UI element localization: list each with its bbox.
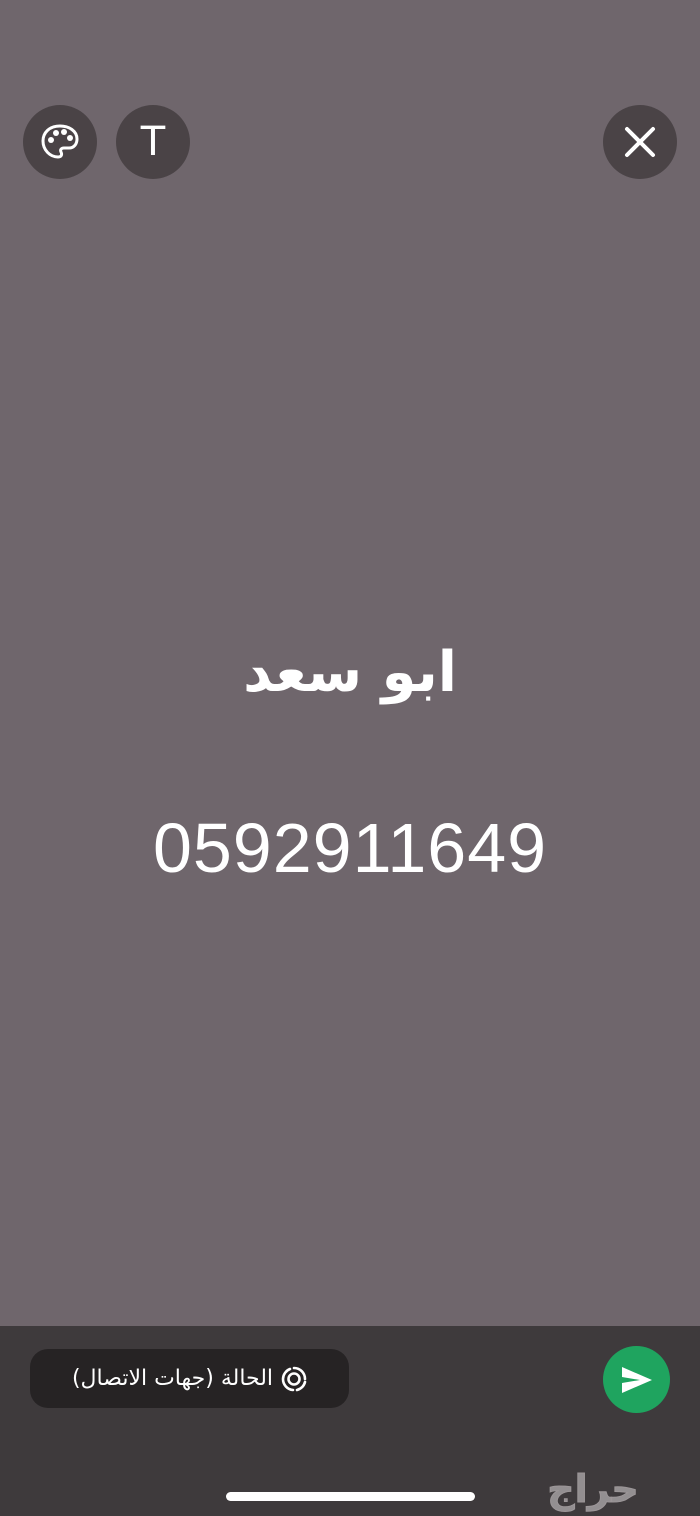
send-button[interactable] <box>603 1346 670 1413</box>
status-audience-label: الحالة (جهات الاتصال) <box>71 1366 274 1391</box>
status-audience-button[interactable]: الحالة (جهات الاتصال) <box>30 1349 349 1408</box>
send-icon <box>621 1366 652 1393</box>
close-icon <box>625 127 655 157</box>
color-palette-button[interactable] <box>23 105 97 179</box>
close-button[interactable] <box>603 105 677 179</box>
svg-text:حراج: حراج <box>547 1468 638 1511</box>
text-style-label: T <box>140 119 166 165</box>
status-editor-screen: T ابو سعد 0592911649 الحالة (جهات الاتصا… <box>0 0 700 1516</box>
text-style-button[interactable]: T <box>116 105 190 179</box>
home-indicator <box>226 1492 475 1501</box>
status-text-phone[interactable]: 0592911649 <box>0 808 700 888</box>
status-text-name[interactable]: ابو سعد <box>0 640 700 705</box>
palette-icon <box>41 124 79 159</box>
haraj-watermark-logo: حراج <box>547 1468 639 1512</box>
status-ring-icon <box>281 1366 307 1391</box>
